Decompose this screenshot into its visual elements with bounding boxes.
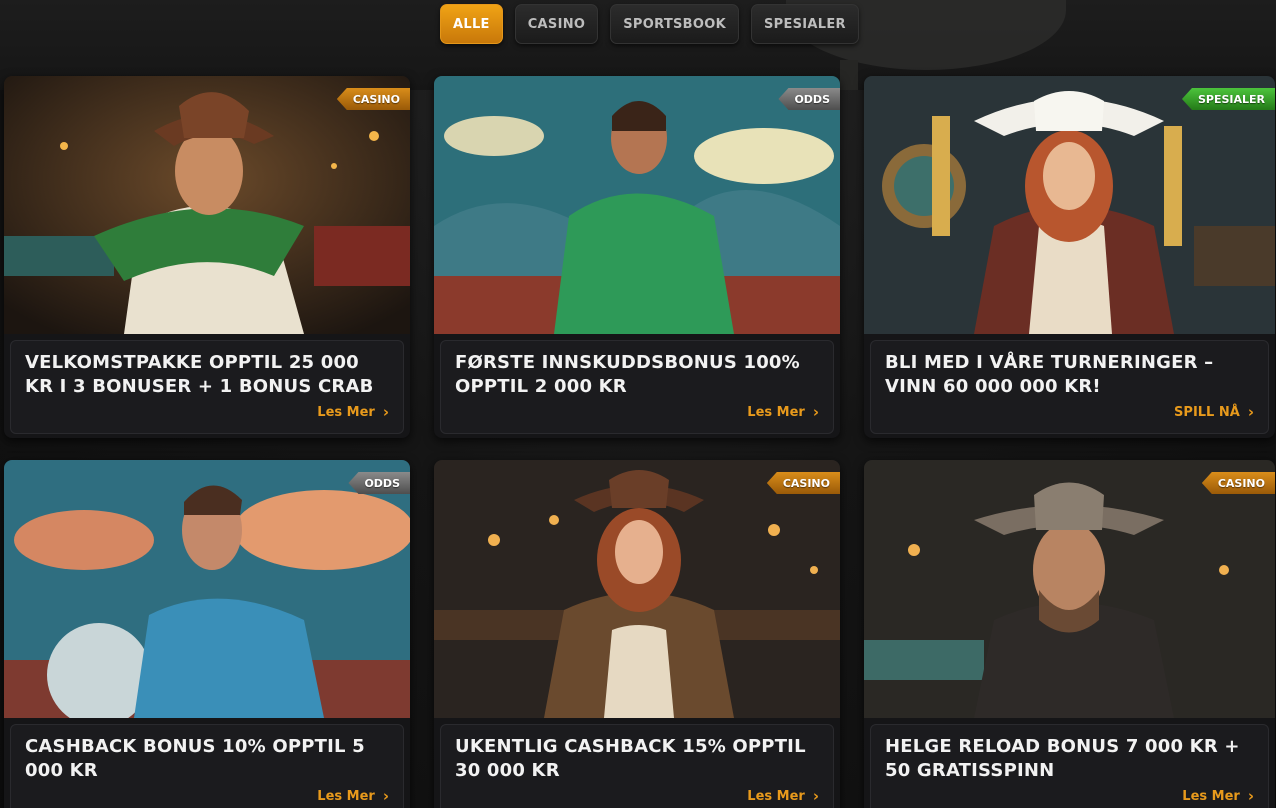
promo-title: CASHBACK BONUS 10% OPPTIL 5 000 KR (25, 736, 365, 781)
promo-title: FØRSTE INNSKUDDSBONUS 100% OPPTIL 2 000 … (455, 352, 800, 397)
spesialer-badge: SPESIALER (1181, 88, 1275, 110)
read-more-label: Les Mer (747, 404, 805, 420)
promo-card: SPESIALER BLI MED I VÅRE TURNERINGER – V… (864, 76, 1275, 438)
filter-tabs: ALLE CASINO SPORTSBOOK SPESIALER (440, 4, 859, 44)
promo-info: UKENTLIG CASHBACK 15% OPPTIL 30 000 KR L… (440, 724, 834, 808)
read-more-label: Les Mer (317, 788, 375, 804)
promo-title: UKENTLIG CASHBACK 15% OPPTIL 30 000 KR (455, 736, 806, 781)
chevron-right-icon: › (812, 403, 819, 421)
odds-badge: ODDS (348, 472, 410, 494)
chevron-right-icon: › (1247, 403, 1254, 421)
promo-image-cowgirl (434, 460, 840, 718)
promo-image-footballer (4, 460, 410, 718)
read-more-link[interactable]: Les Mer › (747, 787, 819, 805)
promo-info: FØRSTE INNSKUDDSBONUS 100% OPPTIL 2 000 … (440, 340, 834, 434)
promo-image-cowboy (864, 460, 1275, 718)
read-more-link[interactable]: Les Mer › (747, 403, 819, 421)
tab-alle[interactable]: ALLE (440, 4, 503, 44)
read-more-link[interactable]: Les Mer › (1182, 787, 1254, 805)
promo-info: CASHBACK BONUS 10% OPPTIL 5 000 KR Les M… (10, 724, 404, 808)
read-more-label: Les Mer (317, 404, 375, 420)
promo-info: HELGE RELOAD BONUS 7 000 KR + 50 GRATISS… (870, 724, 1269, 808)
chevron-right-icon: › (812, 787, 819, 805)
promo-image-cowboy (4, 76, 410, 334)
promo-card: ODDS CASHBACK BONUS 10% OPPTIL 5 000 KR … (4, 460, 410, 808)
casino-badge: CASINO (766, 472, 840, 494)
odds-badge: ODDS (778, 88, 840, 110)
read-more-link[interactable]: Les Mer › (317, 403, 389, 421)
chevron-right-icon: › (382, 787, 389, 805)
read-more-link[interactable]: Les Mer › (317, 787, 389, 805)
tab-sportsbook[interactable]: SPORTSBOOK (610, 4, 739, 44)
casino-badge: CASINO (336, 88, 410, 110)
chevron-right-icon: › (382, 403, 389, 421)
promo-image-cowgirl (864, 76, 1275, 334)
play-now-link[interactable]: SPILL NÅ › (1174, 403, 1254, 421)
promo-card: CASINO HELGE RELOAD BONUS 7 000 KR + 50 … (864, 460, 1275, 808)
play-now-label: SPILL NÅ (1174, 404, 1240, 420)
promotions-grid: CASINO VELKOMSTPAKKE OPPTIL 25 000 KR I … (4, 76, 1275, 808)
promo-title: VELKOMSTPAKKE OPPTIL 25 000 KR I 3 BONUS… (25, 352, 374, 397)
tab-spesialer[interactable]: SPESIALER (750, 4, 859, 44)
promo-title: HELGE RELOAD BONUS 7 000 KR + 50 GRATISS… (885, 736, 1240, 781)
promo-title: BLI MED I VÅRE TURNERINGER – VINN 60 000… (885, 352, 1214, 397)
promo-info: VELKOMSTPAKKE OPPTIL 25 000 KR I 3 BONUS… (10, 340, 404, 434)
chevron-right-icon: › (1247, 787, 1254, 805)
tab-casino[interactable]: CASINO (514, 4, 599, 44)
read-more-label: Les Mer (1182, 788, 1240, 804)
promo-card: CASINO UKENTLIG CASHBACK 15% OPPTIL 30 0… (434, 460, 840, 808)
promo-card: ODDS FØRSTE INNSKUDDSBONUS 100% OPPTIL 2… (434, 76, 840, 438)
read-more-label: Les Mer (747, 788, 805, 804)
promo-info: BLI MED I VÅRE TURNERINGER – VINN 60 000… (870, 340, 1269, 434)
casino-badge: CASINO (1201, 472, 1275, 494)
promo-card: CASINO VELKOMSTPAKKE OPPTIL 25 000 KR I … (4, 76, 410, 438)
promo-image-footballer (434, 76, 840, 334)
